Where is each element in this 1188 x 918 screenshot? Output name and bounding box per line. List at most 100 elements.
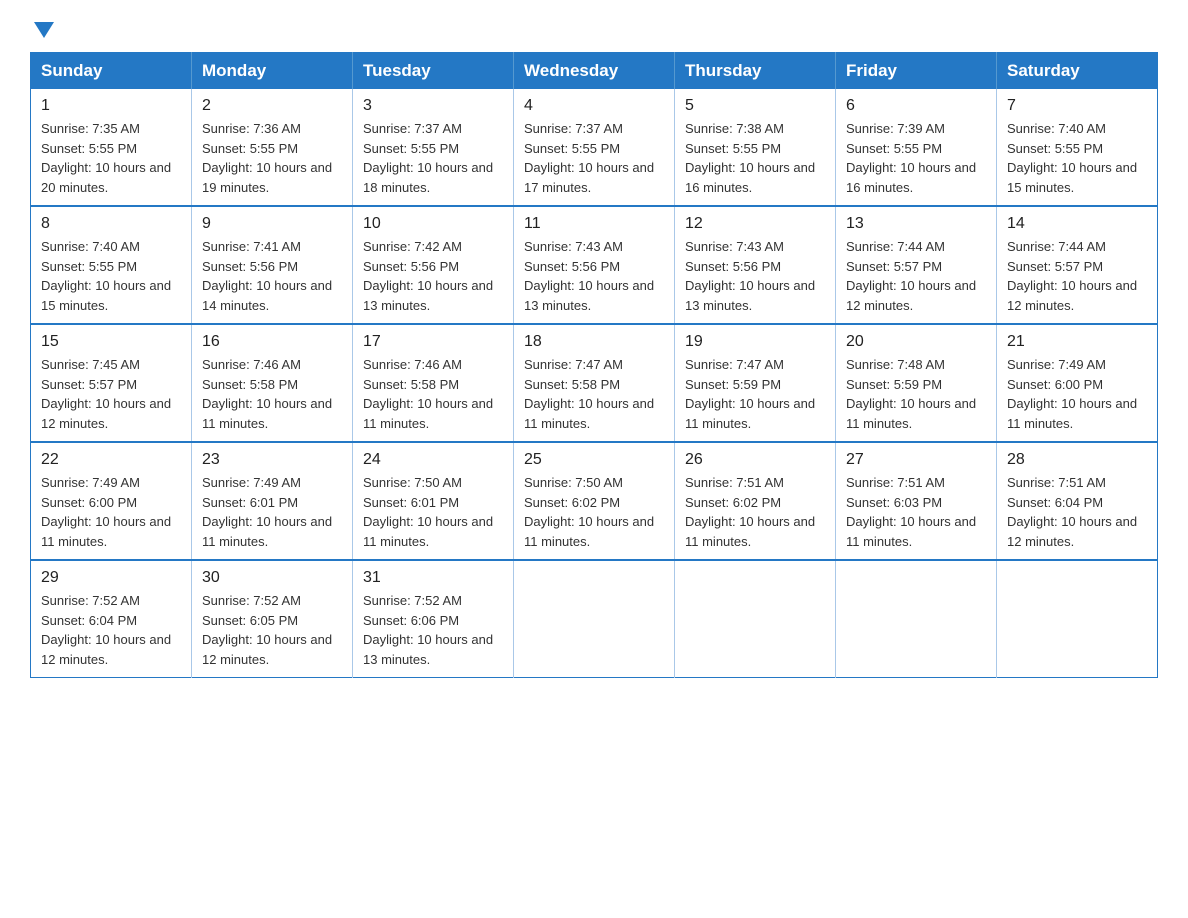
day-number: 5	[685, 97, 825, 115]
calendar-cell: 24 Sunrise: 7:50 AM Sunset: 6:01 PM Dayl…	[353, 442, 514, 560]
day-info: Sunrise: 7:41 AM Sunset: 5:56 PM Dayligh…	[202, 237, 342, 315]
day-number: 14	[1007, 215, 1147, 233]
day-number: 9	[202, 215, 342, 233]
day-info: Sunrise: 7:40 AM Sunset: 5:55 PM Dayligh…	[41, 237, 181, 315]
calendar-week-row: 22 Sunrise: 7:49 AM Sunset: 6:00 PM Dayl…	[31, 442, 1158, 560]
calendar-cell: 17 Sunrise: 7:46 AM Sunset: 5:58 PM Dayl…	[353, 324, 514, 442]
day-number: 16	[202, 333, 342, 351]
day-number: 25	[524, 451, 664, 469]
day-number: 23	[202, 451, 342, 469]
day-info: Sunrise: 7:39 AM Sunset: 5:55 PM Dayligh…	[846, 119, 986, 197]
calendar-cell	[997, 560, 1158, 678]
day-info: Sunrise: 7:40 AM Sunset: 5:55 PM Dayligh…	[1007, 119, 1147, 197]
page-header	[30, 20, 1158, 32]
calendar-cell: 3 Sunrise: 7:37 AM Sunset: 5:55 PM Dayli…	[353, 89, 514, 206]
day-number: 11	[524, 215, 664, 233]
calendar-cell: 9 Sunrise: 7:41 AM Sunset: 5:56 PM Dayli…	[192, 206, 353, 324]
calendar-cell: 21 Sunrise: 7:49 AM Sunset: 6:00 PM Dayl…	[997, 324, 1158, 442]
day-info: Sunrise: 7:38 AM Sunset: 5:55 PM Dayligh…	[685, 119, 825, 197]
day-number: 3	[363, 97, 503, 115]
day-info: Sunrise: 7:48 AM Sunset: 5:59 PM Dayligh…	[846, 355, 986, 433]
calendar-header-row: SundayMondayTuesdayWednesdayThursdayFrid…	[31, 53, 1158, 90]
day-number: 13	[846, 215, 986, 233]
weekday-header-monday: Monday	[192, 53, 353, 90]
calendar-cell: 30 Sunrise: 7:52 AM Sunset: 6:05 PM Dayl…	[192, 560, 353, 678]
calendar-cell: 11 Sunrise: 7:43 AM Sunset: 5:56 PM Dayl…	[514, 206, 675, 324]
weekday-header-saturday: Saturday	[997, 53, 1158, 90]
day-number: 24	[363, 451, 503, 469]
calendar-week-row: 8 Sunrise: 7:40 AM Sunset: 5:55 PM Dayli…	[31, 206, 1158, 324]
day-number: 21	[1007, 333, 1147, 351]
day-info: Sunrise: 7:35 AM Sunset: 5:55 PM Dayligh…	[41, 119, 181, 197]
day-info: Sunrise: 7:44 AM Sunset: 5:57 PM Dayligh…	[1007, 237, 1147, 315]
day-number: 29	[41, 569, 181, 587]
calendar-cell: 2 Sunrise: 7:36 AM Sunset: 5:55 PM Dayli…	[192, 89, 353, 206]
calendar-cell	[675, 560, 836, 678]
weekday-header-tuesday: Tuesday	[353, 53, 514, 90]
calendar-cell: 26 Sunrise: 7:51 AM Sunset: 6:02 PM Dayl…	[675, 442, 836, 560]
calendar-week-row: 15 Sunrise: 7:45 AM Sunset: 5:57 PM Dayl…	[31, 324, 1158, 442]
day-number: 19	[685, 333, 825, 351]
calendar-cell: 10 Sunrise: 7:42 AM Sunset: 5:56 PM Dayl…	[353, 206, 514, 324]
calendar-cell: 20 Sunrise: 7:48 AM Sunset: 5:59 PM Dayl…	[836, 324, 997, 442]
day-info: Sunrise: 7:46 AM Sunset: 5:58 PM Dayligh…	[363, 355, 503, 433]
day-number: 1	[41, 97, 181, 115]
calendar-week-row: 29 Sunrise: 7:52 AM Sunset: 6:04 PM Dayl…	[31, 560, 1158, 678]
calendar-cell	[514, 560, 675, 678]
day-info: Sunrise: 7:37 AM Sunset: 5:55 PM Dayligh…	[363, 119, 503, 197]
calendar-cell: 8 Sunrise: 7:40 AM Sunset: 5:55 PM Dayli…	[31, 206, 192, 324]
calendar-cell: 5 Sunrise: 7:38 AM Sunset: 5:55 PM Dayli…	[675, 89, 836, 206]
calendar-cell: 25 Sunrise: 7:50 AM Sunset: 6:02 PM Dayl…	[514, 442, 675, 560]
weekday-header-friday: Friday	[836, 53, 997, 90]
day-number: 27	[846, 451, 986, 469]
day-info: Sunrise: 7:47 AM Sunset: 5:58 PM Dayligh…	[524, 355, 664, 433]
day-number: 8	[41, 215, 181, 233]
calendar-cell: 6 Sunrise: 7:39 AM Sunset: 5:55 PM Dayli…	[836, 89, 997, 206]
calendar-cell: 4 Sunrise: 7:37 AM Sunset: 5:55 PM Dayli…	[514, 89, 675, 206]
day-number: 22	[41, 451, 181, 469]
day-number: 28	[1007, 451, 1147, 469]
day-info: Sunrise: 7:42 AM Sunset: 5:56 PM Dayligh…	[363, 237, 503, 315]
day-info: Sunrise: 7:51 AM Sunset: 6:03 PM Dayligh…	[846, 473, 986, 551]
calendar-cell: 27 Sunrise: 7:51 AM Sunset: 6:03 PM Dayl…	[836, 442, 997, 560]
day-number: 4	[524, 97, 664, 115]
calendar-cell: 7 Sunrise: 7:40 AM Sunset: 5:55 PM Dayli…	[997, 89, 1158, 206]
day-info: Sunrise: 7:49 AM Sunset: 6:01 PM Dayligh…	[202, 473, 342, 551]
calendar-cell: 29 Sunrise: 7:52 AM Sunset: 6:04 PM Dayl…	[31, 560, 192, 678]
calendar-cell: 1 Sunrise: 7:35 AM Sunset: 5:55 PM Dayli…	[31, 89, 192, 206]
weekday-header-wednesday: Wednesday	[514, 53, 675, 90]
day-info: Sunrise: 7:37 AM Sunset: 5:55 PM Dayligh…	[524, 119, 664, 197]
calendar-cell: 31 Sunrise: 7:52 AM Sunset: 6:06 PM Dayl…	[353, 560, 514, 678]
calendar-cell: 22 Sunrise: 7:49 AM Sunset: 6:00 PM Dayl…	[31, 442, 192, 560]
day-number: 7	[1007, 97, 1147, 115]
day-info: Sunrise: 7:52 AM Sunset: 6:04 PM Dayligh…	[41, 591, 181, 669]
day-number: 20	[846, 333, 986, 351]
calendar-week-row: 1 Sunrise: 7:35 AM Sunset: 5:55 PM Dayli…	[31, 89, 1158, 206]
day-info: Sunrise: 7:50 AM Sunset: 6:02 PM Dayligh…	[524, 473, 664, 551]
calendar-cell: 28 Sunrise: 7:51 AM Sunset: 6:04 PM Dayl…	[997, 442, 1158, 560]
calendar-cell: 12 Sunrise: 7:43 AM Sunset: 5:56 PM Dayl…	[675, 206, 836, 324]
day-number: 30	[202, 569, 342, 587]
calendar-cell: 15 Sunrise: 7:45 AM Sunset: 5:57 PM Dayl…	[31, 324, 192, 442]
day-info: Sunrise: 7:43 AM Sunset: 5:56 PM Dayligh…	[524, 237, 664, 315]
logo-triangle-icon	[34, 22, 54, 38]
calendar-cell: 18 Sunrise: 7:47 AM Sunset: 5:58 PM Dayl…	[514, 324, 675, 442]
day-number: 17	[363, 333, 503, 351]
calendar-cell: 23 Sunrise: 7:49 AM Sunset: 6:01 PM Dayl…	[192, 442, 353, 560]
day-info: Sunrise: 7:49 AM Sunset: 6:00 PM Dayligh…	[41, 473, 181, 551]
calendar-cell	[836, 560, 997, 678]
day-info: Sunrise: 7:52 AM Sunset: 6:06 PM Dayligh…	[363, 591, 503, 669]
day-info: Sunrise: 7:52 AM Sunset: 6:05 PM Dayligh…	[202, 591, 342, 669]
day-info: Sunrise: 7:46 AM Sunset: 5:58 PM Dayligh…	[202, 355, 342, 433]
calendar-table: SundayMondayTuesdayWednesdayThursdayFrid…	[30, 52, 1158, 678]
day-info: Sunrise: 7:50 AM Sunset: 6:01 PM Dayligh…	[363, 473, 503, 551]
day-number: 26	[685, 451, 825, 469]
day-number: 2	[202, 97, 342, 115]
weekday-header-sunday: Sunday	[31, 53, 192, 90]
calendar-cell: 14 Sunrise: 7:44 AM Sunset: 5:57 PM Dayl…	[997, 206, 1158, 324]
day-number: 6	[846, 97, 986, 115]
day-info: Sunrise: 7:47 AM Sunset: 5:59 PM Dayligh…	[685, 355, 825, 433]
day-number: 10	[363, 215, 503, 233]
day-info: Sunrise: 7:45 AM Sunset: 5:57 PM Dayligh…	[41, 355, 181, 433]
day-number: 15	[41, 333, 181, 351]
